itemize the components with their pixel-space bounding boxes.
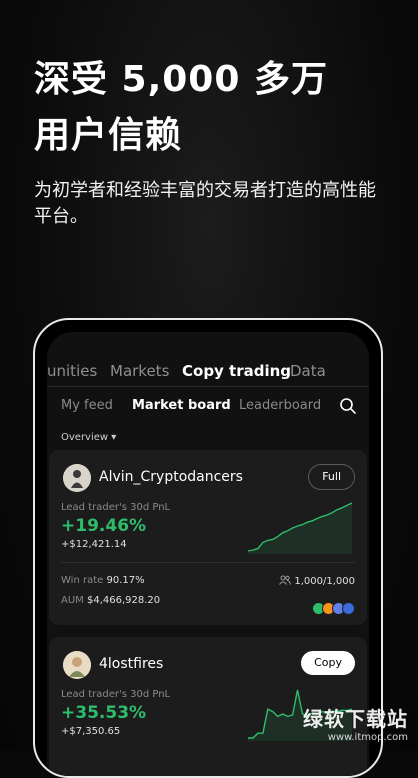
watermark-url: www.itmop.com [327, 732, 408, 743]
nav-divider [47, 386, 369, 387]
subheadline: 为初学者和经验丰富的交易者打造的高性能平台。 [34, 180, 376, 227]
watermark: 绿软下载站 www.itmop.com [303, 703, 408, 743]
aum: AUM $4,466,928.20 [61, 595, 160, 606]
users-icon [279, 575, 292, 585]
headline-line-2: 用户信赖 [34, 115, 183, 156]
copy-button[interactable]: Copy [301, 651, 355, 675]
trader-card[interactable]: Alvin_Cryptodancers Full Lead trader's 3… [49, 450, 367, 625]
win-rate-value: 90.17% [106, 575, 145, 586]
headline-line-1: 深受 5,000 多万 [34, 59, 328, 100]
full-button[interactable]: Full [308, 464, 355, 490]
subtab-my-feed[interactable]: My feed [61, 398, 113, 413]
watermark-title: 绿软下载站 [303, 707, 408, 731]
aum-value: $4,466,928.20 [86, 595, 161, 606]
trader-name[interactable]: Alvin_Cryptodancers [99, 469, 243, 485]
avatar [63, 651, 91, 679]
search-icon[interactable] [339, 397, 357, 415]
top-nav: unities Markets Copy trading Data [47, 362, 369, 388]
pnl-percent: +35.53% [61, 703, 147, 723]
tab-markets[interactable]: Markets [110, 362, 169, 380]
pnl-label: Lead trader's 30d PnL [61, 502, 171, 513]
pnl-percent: +19.46% [61, 516, 147, 536]
overview-dropdown[interactable]: Overview ▾ [61, 432, 116, 443]
followers: 1,000/1,000 [279, 575, 355, 587]
tab-data[interactable]: Data [290, 362, 326, 380]
pnl-label: Lead trader's 30d PnL [61, 689, 171, 700]
coin-icons [312, 600, 355, 615]
pnl-amount: +$12,421.14 [61, 539, 127, 550]
tab-opportunities[interactable]: unities [47, 362, 97, 380]
tab-copy-trading[interactable]: Copy trading [182, 362, 291, 380]
pnl-amount: +$7,350.65 [61, 726, 121, 737]
coin-icon [342, 602, 355, 615]
pnl-sparkline [247, 502, 353, 554]
subtab-leaderboard[interactable]: Leaderboard [239, 398, 321, 413]
avatar [63, 464, 91, 492]
win-rate-label: Win rate [61, 575, 104, 586]
aum-label: AUM [61, 595, 84, 606]
subtab-market-board[interactable]: Market board [132, 398, 231, 413]
sub-tabs: My feed Market board Leaderboard [47, 398, 369, 422]
followers-count: 1,000/1,000 [294, 576, 355, 587]
trader-name[interactable]: 4lostfires [99, 656, 163, 672]
win-rate: Win rate 90.17% [61, 575, 145, 586]
headline: 深受 5,000 多万 用户信赖 [34, 52, 328, 164]
card-divider [61, 562, 355, 563]
